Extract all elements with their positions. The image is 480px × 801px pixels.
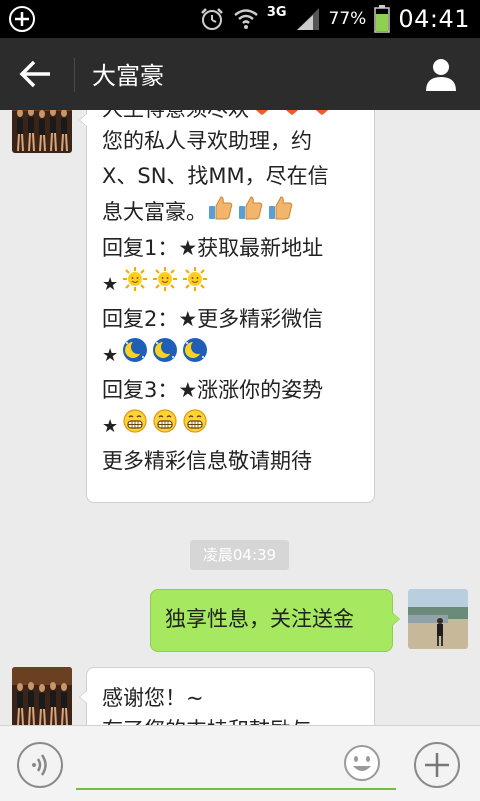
- received-message-bubble[interactable]: 人生得意须尽欢您的私人寻欢助理，约 X、SN、找MM，尽在信息大富豪。回复1：★获…: [79, 110, 375, 503]
- input-bar: [0, 725, 480, 801]
- message-line-text: X、SN、找MM，尽在信: [102, 164, 329, 188]
- bubble-tail: [392, 612, 400, 626]
- chat-header: 大富豪: [0, 38, 480, 110]
- moon-icon: [122, 337, 148, 374]
- message-line: 更多精彩信息敬请期待: [102, 443, 312, 479]
- grin-icon: [152, 408, 178, 445]
- message-line: 回复2：★更多精彩微信: [102, 301, 323, 337]
- battery-percent: 77%: [328, 9, 367, 29]
- message-line-text: 您的私人寻欢助理，约: [102, 129, 312, 153]
- message-line-text: 回复3：★涨涨你的姿势: [102, 378, 324, 402]
- message-line-text: ★: [102, 416, 119, 437]
- sun-icon: [152, 266, 178, 303]
- grin-icon: [122, 408, 148, 445]
- battery-icon: [374, 5, 391, 33]
- message-line: 感谢您！~: [102, 686, 204, 710]
- my-avatar[interactable]: [408, 589, 468, 649]
- alarm-icon: [200, 8, 223, 30]
- message-line: 有了您的支持和鼓励与: [102, 712, 312, 725]
- thumbs-up-icon: [237, 195, 263, 232]
- sun-icon: [182, 266, 208, 303]
- message-list[interactable]: 人生得意须尽欢您的私人寻欢助理，约 X、SN、找MM，尽在信息大富豪。回复1：★获…: [0, 110, 480, 725]
- voice-input-button[interactable]: [17, 742, 63, 788]
- thumbs-up-icon: [207, 195, 233, 232]
- message-line-text: 更多精彩信息敬请期待: [102, 449, 312, 473]
- header-divider: [74, 58, 75, 92]
- back-arrow-icon[interactable]: [18, 58, 54, 90]
- message-line-text: 回复1：★获取最新地址: [102, 236, 324, 260]
- moon-icon: [182, 337, 208, 374]
- message-line-text: ★: [102, 274, 119, 295]
- contact-avatar[interactable]: [12, 110, 72, 153]
- status-bar: 3G 77% 04:41: [0, 0, 480, 38]
- message-line: ★: [102, 407, 212, 443]
- plus-icon: [425, 753, 449, 777]
- bubble-tail: [79, 690, 87, 704]
- message-line: 回复1：★获取最新地址: [102, 230, 323, 266]
- grin-icon: [182, 408, 208, 445]
- received-message-bubble[interactable]: 感谢您！~ 有了您的支持和鼓励与: [79, 667, 375, 725]
- message-line: X、SN、找MM，尽在信: [102, 158, 329, 194]
- network-type: 3G: [266, 4, 287, 20]
- clock: 04:41: [398, 5, 470, 33]
- more-options-button[interactable]: [414, 742, 460, 788]
- bubble-tail: [79, 113, 87, 127]
- contact-profile-icon[interactable]: [424, 56, 458, 92]
- add-circle-icon: [9, 6, 35, 32]
- message-line-text: ★: [102, 345, 119, 366]
- message-line-text: 人生得意须尽欢: [102, 110, 249, 121]
- voice-icon: [32, 754, 47, 776]
- wifi-icon: [234, 9, 258, 29]
- message-line: ★: [102, 265, 212, 301]
- message-line-text: 回复2：★更多精彩微信: [102, 307, 324, 331]
- sent-message-bubble[interactable]: 独享性息，关注送金: [150, 589, 400, 652]
- signal-icon: [296, 8, 319, 30]
- message-line: 息大富豪。: [102, 194, 297, 230]
- message-line-text: 息大富豪。: [102, 200, 207, 224]
- thumbs-up-icon: [267, 195, 293, 232]
- sent-message-text: 独享性息，关注送金: [165, 607, 354, 631]
- moon-icon: [152, 337, 178, 374]
- contact-avatar[interactable]: [12, 667, 72, 725]
- sun-icon: [122, 266, 148, 303]
- timestamp: 凌晨04:39: [190, 540, 289, 570]
- message-line: ★: [102, 336, 212, 372]
- chat-title: 大富豪: [92, 62, 164, 90]
- message-line: 回复3：★涨涨你的姿势: [102, 372, 323, 408]
- heart-icon: [309, 110, 335, 128]
- emoji-icon[interactable]: [343, 744, 381, 782]
- message-line: 您的私人寻欢助理，约: [102, 123, 312, 159]
